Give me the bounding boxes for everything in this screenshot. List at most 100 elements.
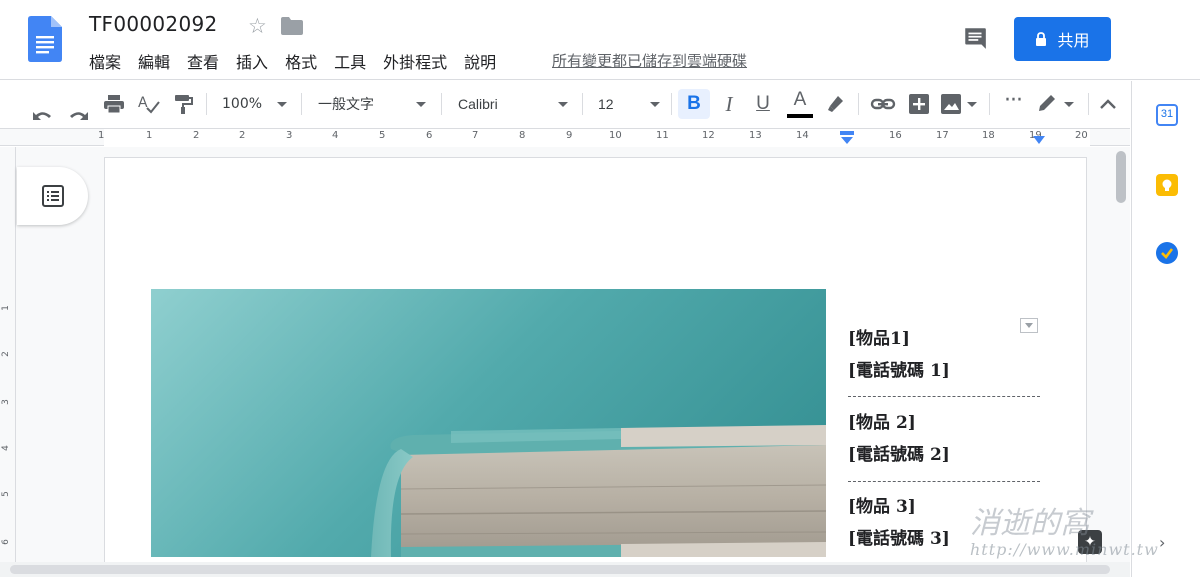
toolbar-separator — [582, 93, 583, 115]
comment-icon[interactable] — [962, 25, 988, 51]
italic-icon[interactable]: I — [714, 89, 744, 119]
ruler-label: 20 — [1075, 130, 1088, 141]
check-icon — [1161, 248, 1174, 259]
menu-tools[interactable]: 工具 — [334, 49, 366, 73]
toolbar-separator — [301, 93, 302, 115]
menu-view[interactable]: 查看 — [187, 49, 219, 73]
save-status[interactable]: 所有變更都已儲存到雲端硬碟 — [552, 50, 747, 71]
menu-insert[interactable]: 插入 — [236, 49, 268, 73]
ruler-label: 2 — [193, 130, 200, 141]
toolbar-separator — [989, 93, 990, 115]
ruler-label: 1 — [146, 130, 153, 141]
zoom-value: 100% — [222, 96, 263, 112]
ruler-label: 18 — [982, 130, 995, 141]
book-photo[interactable] — [151, 289, 826, 557]
right-indent-marker-icon[interactable] — [1032, 135, 1046, 145]
folder-icon[interactable] — [281, 17, 303, 35]
bulb-icon — [1162, 179, 1172, 191]
paint-format-icon[interactable] — [172, 93, 194, 115]
vertical-scroll-thumb[interactable] — [1116, 151, 1126, 203]
toolbar-separator — [206, 93, 207, 115]
item-phone[interactable]: [電話號碼 1] — [848, 356, 950, 381]
ruler-label: 10 — [609, 130, 622, 141]
ruler-label: 2 — [239, 130, 246, 141]
table-options-dropdown[interactable] — [1020, 318, 1038, 333]
vruler-label: 2 — [0, 351, 11, 357]
ruler-label: 6 — [426, 130, 433, 141]
menu-edit[interactable]: 編輯 — [138, 49, 170, 73]
ruler-label: 1 — [98, 130, 105, 141]
ruler-label: 4 — [332, 130, 339, 141]
watermark-url: http://www.minwt.tw — [970, 540, 1159, 559]
underline-icon[interactable]: U — [748, 89, 778, 119]
chevron-down-icon[interactable] — [967, 102, 977, 107]
vruler-label: 3 — [0, 399, 11, 405]
indent-marker-icon[interactable] — [839, 131, 855, 145]
star-icon[interactable]: ☆ — [248, 14, 267, 38]
add-comment-icon[interactable] — [907, 92, 931, 116]
font-select[interactable]: Calibri — [458, 81, 570, 127]
entry-divider — [848, 396, 1040, 397]
toolbar-separator — [441, 93, 442, 115]
toolbar-separator — [858, 93, 859, 115]
ruler-label: 3 — [286, 130, 293, 141]
chevron-down-icon[interactable] — [1064, 102, 1074, 107]
item-name[interactable]: [物品 3] — [848, 492, 916, 517]
ruler-label: 9 — [566, 130, 573, 141]
ruler-label: 5 — [379, 130, 386, 141]
style-select[interactable]: 一般文字 — [318, 81, 430, 127]
side-panel — [1131, 81, 1200, 577]
item-phone[interactable]: [電話號碼 3] — [848, 524, 950, 549]
menu-format[interactable]: 格式 — [285, 49, 317, 73]
ruler-label: 7 — [472, 130, 479, 141]
style-value: 一般文字 — [318, 97, 374, 113]
ruler-label: 17 — [936, 130, 949, 141]
document-outline-button[interactable] — [17, 167, 88, 225]
ruler-label: 12 — [702, 130, 715, 141]
outline-icon — [41, 185, 64, 207]
font-value: Calibri — [458, 96, 498, 112]
doc-title[interactable]: TF00002092 — [89, 12, 218, 36]
horizontal-scroll-thumb[interactable] — [10, 565, 1110, 574]
vruler-label: 1 — [0, 305, 11, 311]
chevron-right-icon[interactable]: › — [1159, 533, 1165, 552]
toolbar-separator — [671, 93, 672, 115]
chevron-down-icon — [277, 102, 287, 107]
menu-help[interactable]: 說明 — [464, 49, 496, 73]
chevron-down-icon — [416, 102, 426, 107]
menu-bar: 檔案 編輯 查看 插入 格式 工具 外掛程式 說明 — [89, 49, 513, 73]
print-icon[interactable] — [102, 93, 126, 115]
item-name[interactable]: [物品1] — [848, 324, 910, 349]
calendar-icon[interactable]: 31 — [1156, 104, 1178, 126]
keep-icon[interactable] — [1156, 174, 1178, 196]
bold-icon[interactable]: B — [678, 89, 710, 119]
chevron-down-icon — [650, 102, 660, 107]
share-button[interactable]: 共用 — [1014, 17, 1111, 61]
zoom-select[interactable]: 100% — [222, 81, 292, 127]
book-image — [371, 425, 826, 557]
text-color-icon[interactable]: A — [785, 87, 815, 119]
horizontal-ruler[interactable]: 1 1 2 2 3 4 5 6 7 8 9 10 11 12 13 14 16 … — [0, 128, 1130, 146]
link-icon[interactable] — [870, 94, 896, 114]
insert-image-icon[interactable] — [939, 92, 963, 116]
vertical-ruler[interactable]: 1 2 3 4 5 6 — [0, 147, 16, 567]
editing-mode-icon[interactable] — [1036, 92, 1058, 114]
menu-addons[interactable]: 外掛程式 — [383, 49, 447, 73]
font-size-select[interactable]: 12 — [598, 81, 664, 127]
tasks-icon[interactable] — [1156, 242, 1178, 264]
font-size-value: 12 — [598, 96, 614, 112]
menu-file[interactable]: 檔案 — [89, 49, 121, 73]
ruler-label: 13 — [749, 130, 762, 141]
item-phone[interactable]: [電話號碼 2] — [848, 440, 950, 465]
more-icon[interactable]: ··· — [1000, 90, 1026, 116]
chevron-up-icon[interactable] — [1098, 96, 1118, 112]
ruler-label: 14 — [796, 130, 809, 141]
vertical-scrollbar[interactable] — [1113, 147, 1130, 567]
item-name[interactable]: [物品 2] — [848, 408, 916, 433]
share-label: 共用 — [1057, 31, 1090, 50]
vruler-label: 5 — [0, 491, 11, 497]
docs-logo-icon[interactable] — [28, 16, 62, 62]
spellcheck-icon[interactable]: A — [137, 93, 161, 115]
highlight-icon[interactable] — [824, 92, 846, 114]
vruler-label: 4 — [0, 445, 11, 451]
